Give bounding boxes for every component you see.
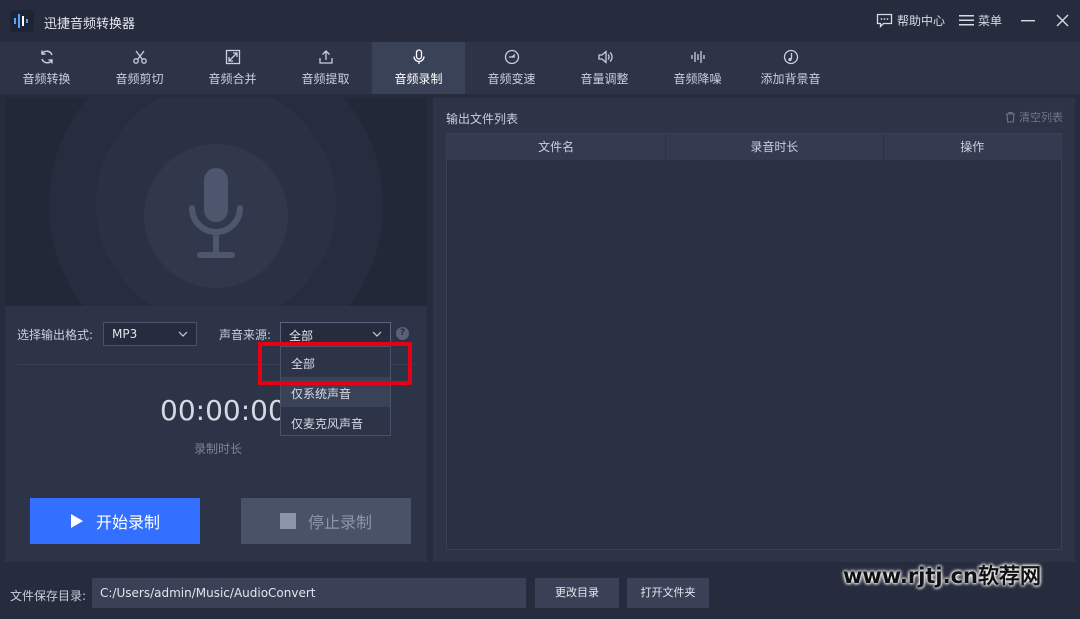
format-select[interactable]: MP3 — [103, 322, 197, 346]
extract-icon — [318, 50, 333, 64]
tab-label: 添加背景音 — [760, 72, 821, 86]
tab-audio-cut[interactable]: 音频剪切 — [93, 42, 186, 94]
recorder-panel: 选择输出格式: MP3 声音来源: 全部 ? 00:00:00 录制时长 开始录… — [5, 98, 427, 562]
tab-label: 音频转换 — [22, 72, 71, 86]
column-header-actions: 操作 — [960, 140, 985, 154]
source-select[interactable]: 全部 — [280, 322, 391, 346]
output-list-title: 输出文件列表 — [446, 112, 519, 126]
chevron-down-icon — [178, 331, 188, 337]
options-row: 选择输出格式: MP3 声音来源: 全部 ? — [5, 320, 427, 346]
stop-recording-button[interactable]: 停止录制 — [241, 498, 411, 544]
format-label: 选择输出格式: — [17, 328, 94, 342]
help-center-label: 帮助中心 — [896, 13, 945, 28]
trash-icon — [1006, 111, 1015, 123]
tab-label: 音频剪切 — [115, 72, 164, 86]
change-dir-button[interactable]: 更改目录 — [535, 578, 619, 608]
play-icon — [70, 514, 83, 528]
noise-icon — [690, 51, 705, 63]
tab-label: 音量调整 — [580, 72, 629, 86]
chevron-down-icon — [372, 331, 382, 337]
source-option-all[interactable]: 全部 — [281, 347, 390, 377]
save-dir-label: 文件保存目录: — [10, 589, 87, 603]
tab-label: 音频变速 — [487, 72, 536, 86]
tab-audio-extract[interactable]: 音频提取 — [279, 42, 372, 94]
merge-icon — [225, 49, 240, 65]
record-timer: 00:00:00 — [160, 394, 286, 427]
clear-list-label: 清空列表 — [1019, 111, 1063, 124]
scissors-icon — [132, 50, 147, 64]
app-logo-icon — [10, 10, 34, 32]
tab-add-background-music[interactable]: 添加背景音 — [744, 42, 837, 94]
source-value: 全部 — [289, 329, 314, 343]
hamburger-icon — [958, 14, 974, 25]
microphone-icon — [412, 49, 425, 64]
clear-list-button[interactable]: 清空列表 — [1005, 109, 1063, 125]
close-icon — [1056, 14, 1068, 26]
mic-visual — [5, 98, 427, 306]
save-dir-field[interactable]: C:/Users/admin/Music/AudioConvert — [92, 578, 526, 608]
tab-label: 音频合并 — [208, 72, 257, 86]
speed-icon — [504, 49, 519, 65]
source-option-mic-only[interactable]: 仅麦克风声音 — [281, 407, 390, 437]
open-folder-button[interactable]: 打开文件夹 — [627, 578, 709, 608]
output-panel: 输出文件列表 清空列表 文件名 录音时长 操作 — [433, 98, 1075, 562]
tab-volume-adjust[interactable]: 音量调整 — [558, 42, 651, 94]
tab-audio-convert[interactable]: 音频转换 — [0, 42, 93, 94]
refresh-icon — [40, 50, 53, 64]
minimize-icon — [1021, 20, 1035, 22]
table-header: 文件名 录音时长 操作 — [447, 134, 1061, 160]
menu-button[interactable]: 菜单 — [958, 12, 1002, 29]
source-label: 声音来源: — [219, 328, 272, 342]
close-button[interactable] — [1054, 11, 1070, 29]
large-microphone-icon — [189, 168, 243, 258]
site-watermark: www.rjtj.cn软荐网 — [843, 564, 1042, 588]
title-bar: 迅捷音频转换器 帮助中心 菜单 — [0, 0, 1080, 42]
chat-icon — [876, 13, 893, 28]
tab-audio-merge[interactable]: 音频合并 — [186, 42, 279, 94]
tab-label: 音频降噪 — [673, 72, 722, 86]
tab-audio-record[interactable]: 音频录制 — [372, 42, 465, 94]
column-header-duration: 录音时长 — [666, 134, 884, 160]
app-title: 迅捷音频转换器 — [44, 17, 136, 32]
source-option-system-only[interactable]: 仅系统声音 — [281, 377, 390, 407]
volume-icon — [597, 50, 613, 64]
stop-icon — [279, 513, 296, 529]
stop-recording-label: 停止录制 — [307, 513, 372, 532]
format-value: MP3 — [112, 327, 138, 341]
help-question-icon[interactable]: ? — [396, 327, 409, 340]
start-recording-label: 开始录制 — [95, 513, 160, 532]
output-file-table: 文件名 录音时长 操作 — [446, 133, 1062, 550]
function-toolbar: 音频转换 音频剪切 音频合并 音频提取 音频录制 音频变速 音量调整 音频降噪 … — [0, 42, 1080, 94]
timer-label: 录制时长 — [194, 442, 243, 456]
help-center-button[interactable]: 帮助中心 — [876, 12, 945, 29]
tab-label: 音频录制 — [394, 72, 443, 86]
tab-noise-reduction[interactable]: 音频降噪 — [651, 42, 744, 94]
start-recording-button[interactable]: 开始录制 — [30, 498, 200, 544]
source-dropdown-menu: 全部 仅系统声音 仅麦克风声音 — [280, 346, 391, 436]
tab-audio-speed[interactable]: 音频变速 — [465, 42, 558, 94]
minimize-button[interactable] — [1020, 11, 1036, 29]
menu-label: 菜单 — [977, 13, 1002, 28]
column-header-filename: 文件名 — [447, 134, 667, 160]
tab-label: 音频提取 — [301, 72, 350, 86]
music-note-icon — [783, 49, 798, 65]
